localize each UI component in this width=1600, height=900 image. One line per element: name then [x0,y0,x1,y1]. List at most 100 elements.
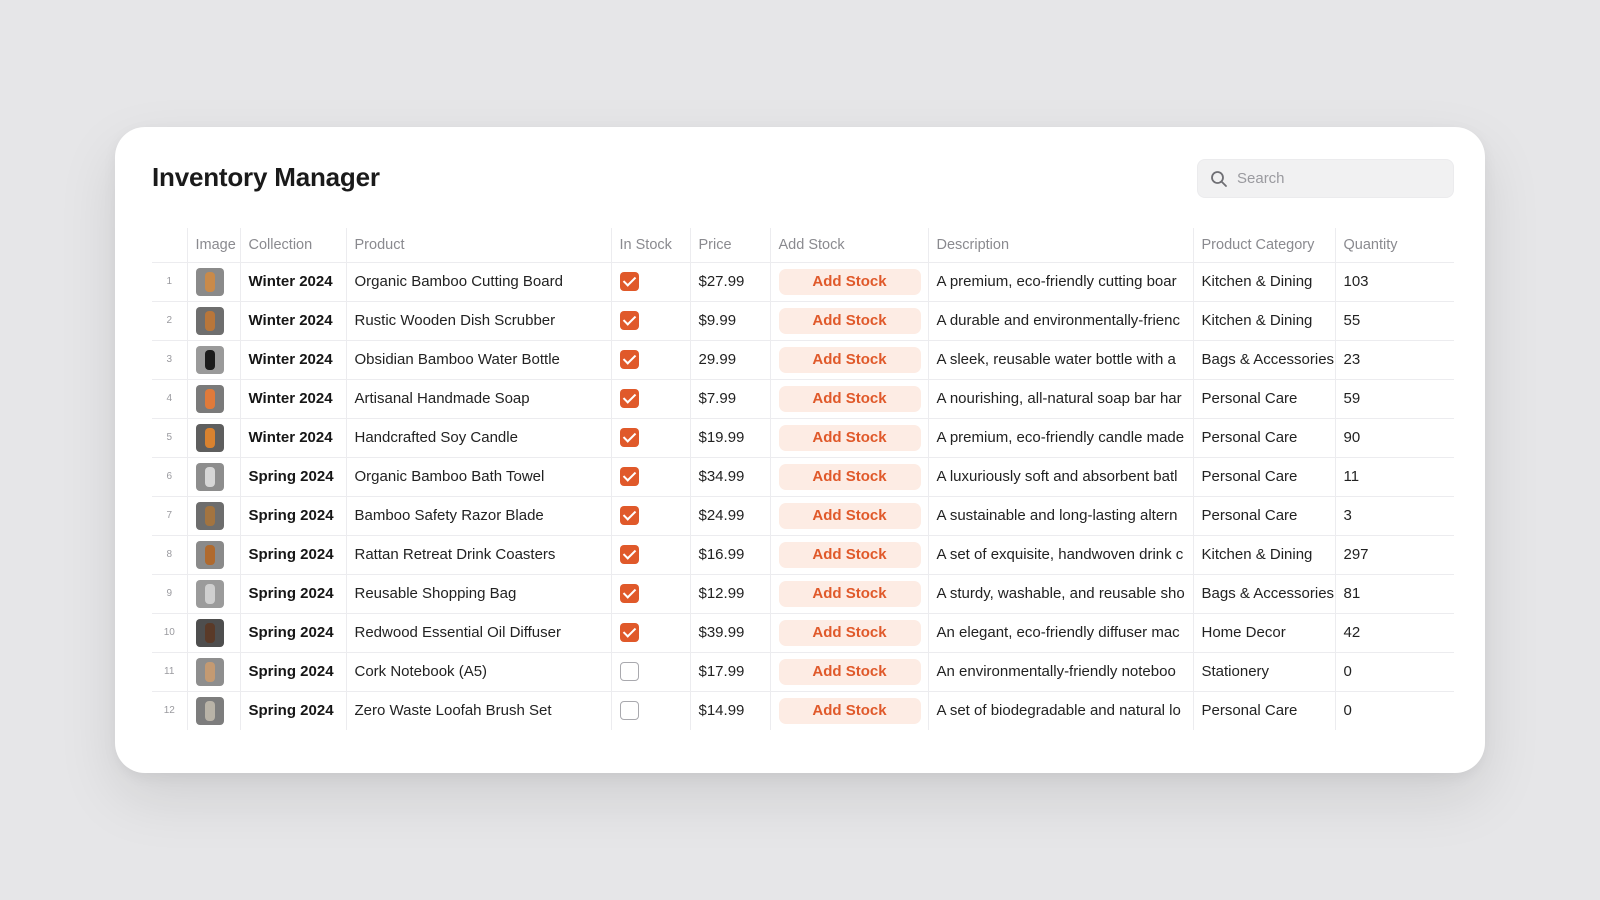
search-input[interactable] [1237,170,1447,187]
table-row[interactable]: 12 Spring 2024 Zero Waste Loofah Brush Set… [152,691,1454,730]
in-stock-cell [610,379,690,419]
product-category-cell: Personal Care [1192,457,1335,497]
add-stock-cell: Add Stock [769,457,928,497]
in-stock-checkbox[interactable] [619,350,639,369]
header-product[interactable]: Product [345,228,611,263]
quantity-cell: 23 [1334,340,1454,380]
table-row[interactable]: 1 Winter 2024 Organic Bamboo Cutting Board… [152,262,1454,302]
collection-cell: Spring 2024 [239,535,346,575]
image-cell [186,262,240,302]
in-stock-checkbox[interactable] [619,623,639,642]
image-cell [186,457,240,497]
table-row[interactable]: 7 Spring 2024 Bamboo Safety Razor Blade $24… [152,496,1454,536]
table-row[interactable]: 2 Winter 2024 Rustic Wooden Dish Scrubber $… [152,301,1454,341]
header-quantity[interactable]: Quantity [1334,228,1454,263]
description-cell: A premium, eco-friendly candle made [927,418,1193,458]
table-row[interactable]: 3 Winter 2024 Obsidian Bamboo Water Bottle… [152,340,1454,380]
table-row[interactable]: 10 Spring 2024 Redwood Essential Oil Diffu… [152,613,1454,653]
in-stock-cell [610,418,690,458]
candle-icon [195,423,224,452]
row-number: 3 [152,340,187,380]
in-stock-checkbox[interactable] [619,506,639,525]
in-stock-cell [610,691,690,730]
quantity-cell: 81 [1334,574,1454,614]
in-stock-checkbox[interactable] [619,584,639,603]
add-stock-button[interactable]: Add Stock [778,424,921,451]
header-description[interactable]: Description [927,228,1193,263]
collection-cell: Winter 2024 [239,340,346,380]
in-stock-checkbox[interactable] [619,467,639,486]
price-cell: $16.99 [689,535,770,575]
add-stock-button[interactable]: Add Stock [778,541,921,568]
price-cell: $12.99 [689,574,770,614]
quantity-cell: 11 [1334,457,1454,497]
collection-cell: Winter 2024 [239,418,346,458]
image-cell [186,652,240,692]
quantity-cell: 3 [1334,496,1454,536]
add-stock-button[interactable]: Add Stock [778,307,921,334]
cutting-board-icon [195,267,224,296]
in-stock-checkbox[interactable] [619,701,639,721]
header-price[interactable]: Price [689,228,770,263]
header-image[interactable]: Image [186,228,240,263]
in-stock-cell [610,340,690,380]
price-cell: $27.99 [689,262,770,302]
in-stock-checkbox[interactable] [619,272,639,291]
header-product-category[interactable]: Product Category [1192,228,1335,263]
table-row[interactable]: 11 Spring 2024 Cork Notebook (A5) $17.99 Add… [152,652,1454,692]
price-cell: $19.99 [689,418,770,458]
description-cell: A set of biodegradable and natural lo [927,691,1193,730]
loofah-brush-icon [195,696,224,725]
collection-cell: Winter 2024 [239,262,346,302]
dish-scrubber-icon [195,306,224,335]
row-number: 2 [152,301,187,341]
add-stock-cell: Add Stock [769,613,928,653]
quantity-cell: 103 [1334,262,1454,302]
inventory-card: Inventory Manager Image Collection [115,127,1485,773]
add-stock-button[interactable]: Add Stock [778,658,921,685]
add-stock-button[interactable]: Add Stock [778,385,921,412]
description-cell: A sustainable and long-lasting altern [927,496,1193,536]
table-row[interactable]: 5 Winter 2024 Handcrafted Soy Candle $19.99… [152,418,1454,458]
add-stock-cell: Add Stock [769,535,928,575]
header-in-stock[interactable]: In Stock [610,228,690,263]
product-cell: Reusable Shopping Bag [345,574,611,614]
description-cell: A luxuriously soft and absorbent batl [927,457,1193,497]
price-cell: $34.99 [689,457,770,497]
search-box[interactable] [1197,159,1454,198]
add-stock-button[interactable]: Add Stock [778,697,921,724]
product-cell: Organic Bamboo Cutting Board [345,262,611,302]
table-row[interactable]: 6 Spring 2024 Organic Bamboo Bath Towel $34… [152,457,1454,497]
table-row[interactable]: 9 Spring 2024 Reusable Shopping Bag $12.99 A… [152,574,1454,614]
soap-icon [195,384,224,413]
table-row[interactable]: 4 Winter 2024 Artisanal Handmade Soap $7.99… [152,379,1454,419]
quantity-cell: 42 [1334,613,1454,653]
add-stock-button[interactable]: Add Stock [778,463,921,490]
row-number: 1 [152,262,187,302]
description-cell: A set of exquisite, handwoven drink c [927,535,1193,575]
header-add-stock[interactable]: Add Stock [769,228,928,263]
product-category-cell: Home Decor [1192,613,1335,653]
in-stock-cell [610,301,690,341]
in-stock-checkbox[interactable] [619,428,639,447]
coasters-icon [195,540,224,569]
table-row[interactable]: 8 Spring 2024 Rattan Retreat Drink Coaster… [152,535,1454,575]
price-cell: $24.99 [689,496,770,536]
in-stock-checkbox[interactable] [619,311,639,330]
add-stock-button[interactable]: Add Stock [778,580,921,607]
row-number: 12 [163,705,175,717]
in-stock-checkbox[interactable] [619,545,639,564]
in-stock-checkbox[interactable] [619,389,639,408]
notebook-icon [195,657,224,686]
in-stock-checkbox[interactable] [619,662,639,681]
add-stock-button[interactable]: Add Stock [778,502,921,529]
collection-cell: Winter 2024 [239,301,346,341]
add-stock-button[interactable]: Add Stock [778,268,921,295]
product-cell: Handcrafted Soy Candle [345,418,611,458]
add-stock-cell: Add Stock [769,652,928,692]
product-category-cell: Bags & Accessories [1192,340,1335,380]
add-stock-button[interactable]: Add Stock [778,346,921,373]
header-collection[interactable]: Collection [239,228,346,263]
collection-cell: Spring 2024 [239,691,346,730]
add-stock-button[interactable]: Add Stock [778,619,921,646]
